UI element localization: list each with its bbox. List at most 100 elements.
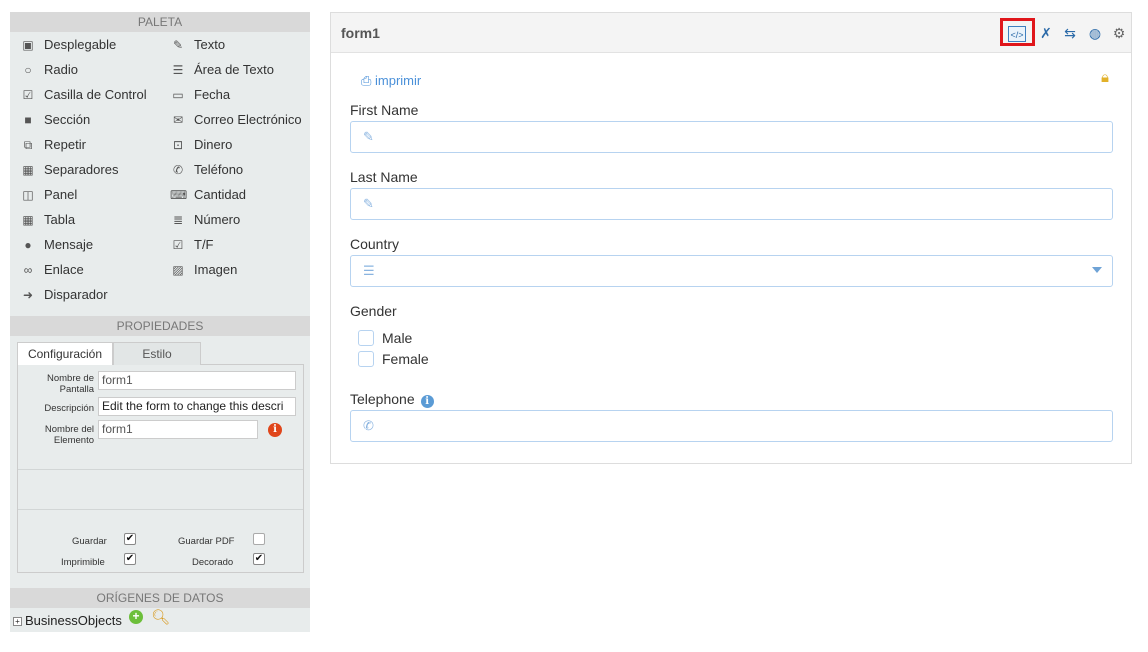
image-icon: ▨	[172, 263, 184, 277]
form-header: form1 </> ✗ ⇆ ◍ ⚙	[331, 13, 1131, 53]
divider	[18, 509, 303, 510]
envelope-icon: ✉	[172, 113, 184, 127]
rules-icon[interactable]: ⇆	[1061, 24, 1079, 42]
lock-icon[interactable]: 🔒︎	[1101, 69, 1109, 86]
keyboard-icon: ⌨	[170, 188, 188, 202]
repeat-icon: ⧉	[23, 138, 33, 152]
link-icon: ∞	[23, 263, 33, 277]
last-name-label: Last Name	[350, 169, 418, 185]
message-icon: ●	[24, 238, 32, 252]
decorado-checkbox[interactable]: ✔	[253, 553, 265, 565]
money-icon: ⊡	[172, 138, 184, 152]
palette-item-textarea[interactable]: ☰ Área de Texto	[170, 60, 274, 80]
palette-item-repeat[interactable]: ⧉ Repetir	[20, 135, 86, 155]
imprimible-checkbox[interactable]: ✔	[124, 553, 136, 565]
guardar-checkbox[interactable]: ✔	[124, 533, 136, 545]
palette-item-radio[interactable]: ○ Radio	[20, 60, 78, 80]
globe-icon[interactable]: ◍	[1086, 24, 1104, 42]
checkbox[interactable]	[358, 330, 374, 346]
guardar-pdf-checkbox[interactable]	[253, 533, 265, 545]
checkbox[interactable]	[358, 351, 374, 367]
palette-item-trigger[interactable]: ➜ Disparador	[20, 285, 108, 305]
folder-icon: ■	[24, 113, 32, 127]
form-panel: form1 </> ✗ ⇆ ◍ ⚙ ⎙ imprimir 🔒︎ First Na…	[330, 12, 1132, 464]
country-label: Country	[350, 236, 400, 252]
description-input[interactable]: Edit the form to change this descri	[98, 397, 296, 416]
settings-icon[interactable]: ⚙	[1110, 24, 1128, 42]
decorado-label: Decorado	[192, 557, 234, 568]
palette-header: PALETA	[10, 12, 310, 32]
phone-icon: ✆	[363, 418, 374, 433]
first-name-input[interactable]: ✎	[350, 121, 1113, 153]
palette-item-separators[interactable]: ▦ Separadores	[20, 160, 118, 180]
print-link[interactable]: ⎙ imprimir	[361, 73, 421, 89]
divider	[18, 469, 303, 470]
palette-item-text[interactable]: ✎ Texto	[170, 35, 225, 55]
palette-item-money[interactable]: ⊡ Dinero	[170, 135, 232, 155]
checkbox-icon: ☑	[22, 88, 34, 102]
datasource-item[interactable]: + BusinessObjects	[13, 613, 122, 628]
palette-item-date[interactable]: ▭ Fecha	[170, 85, 230, 105]
datasources-panel: + BusinessObjects + 🔍︎	[10, 608, 310, 652]
palette-item-section[interactable]: ■ Sección	[20, 110, 90, 130]
properties-panel: Configuración Estilo Nombre de Pantalla …	[10, 336, 310, 588]
expand-icon[interactable]: +	[13, 617, 22, 626]
last-name-input[interactable]: ✎	[350, 188, 1113, 220]
imprimible-label: Imprimible	[61, 557, 105, 568]
tab-configuracion[interactable]: Configuración	[17, 342, 113, 366]
palette-item-dropdown[interactable]: ▣ Desplegable	[20, 35, 116, 55]
properties-tabs: Configuración Estilo	[17, 342, 304, 366]
telephone-input[interactable]: ✆	[350, 410, 1113, 442]
edit-icon: ✎	[172, 38, 184, 52]
description-label: Descripción	[44, 403, 94, 414]
country-select[interactable]: ☰	[350, 255, 1113, 287]
calendar-icon: ▭	[172, 88, 184, 102]
palette-item-link[interactable]: ∞ Enlace	[20, 260, 84, 280]
add-datasource-icon[interactable]: +	[129, 610, 143, 624]
run-icon[interactable]: ✗	[1037, 24, 1055, 42]
palette-item-tf[interactable]: ☑ T/F	[170, 235, 214, 255]
element-name-label: Nombre del Elemento	[44, 424, 94, 446]
palette-item-checkbox[interactable]: ☑ Casilla de Control	[20, 85, 147, 105]
radio-icon: ○	[24, 63, 32, 77]
screen-name-input[interactable]: form1	[98, 371, 296, 390]
palette-item-message[interactable]: ● Mensaje	[20, 235, 93, 255]
info-icon[interactable]: i	[420, 395, 434, 408]
first-name-label: First Name	[350, 102, 419, 118]
textarea-icon: ☰	[172, 63, 184, 77]
element-name-input[interactable]: form1	[98, 420, 258, 439]
edit-icon: ✎	[363, 129, 374, 144]
palette-item-table[interactable]: ▦ Tabla	[20, 210, 75, 230]
trigger-icon: ➜	[22, 288, 34, 302]
highlight-box	[1000, 18, 1035, 46]
palette-item-email[interactable]: ✉ Correo Electrónico	[170, 110, 302, 130]
gender-option-female[interactable]: Female	[358, 350, 429, 368]
check-icon: ☑	[172, 238, 184, 252]
phone-icon: ✆	[172, 163, 184, 177]
palette-item-quantity[interactable]: ⌨ Cantidad	[170, 185, 246, 205]
tab-estilo[interactable]: Estilo	[113, 342, 201, 366]
table-icon: ▦	[22, 213, 34, 227]
palette-item-phone[interactable]: ✆ Teléfono	[170, 160, 243, 180]
warning-info-icon: i	[268, 423, 282, 437]
palette: ▣ Desplegable ○ Radio ☑ Casilla de Control …	[10, 32, 310, 316]
guardar-label: Guardar	[72, 536, 107, 547]
palette-item-image[interactable]: ▨ Imagen	[170, 260, 237, 280]
guardar-pdf-label: Guardar PDF	[178, 536, 235, 547]
panel-icon: ◫	[22, 188, 34, 202]
screen-name-label: Nombre de Pantalla	[47, 373, 94, 395]
chevron-down-icon	[1092, 267, 1102, 273]
palette-item-number[interactable]: ≣ Número	[170, 210, 240, 230]
gender-label: Gender	[350, 303, 397, 319]
dropdown-icon: ▣	[22, 38, 34, 52]
palette-item-panel[interactable]: ◫ Panel	[20, 185, 77, 205]
edit-icon: ✎	[363, 196, 374, 211]
list-icon: ☰	[363, 263, 375, 278]
datasources-header: ORÍGENES DE DATOS	[10, 588, 310, 608]
properties-header: PROPIEDADES	[10, 316, 310, 336]
gender-option-male[interactable]: Male	[358, 329, 412, 347]
search-icon[interactable]: 🔍︎	[151, 608, 170, 626]
properties-body: Nombre de Pantalla form1 Descripción Edi…	[17, 365, 304, 573]
telephone-label: Telephone i	[350, 391, 434, 408]
numbered-list-icon: ≣	[172, 213, 184, 227]
